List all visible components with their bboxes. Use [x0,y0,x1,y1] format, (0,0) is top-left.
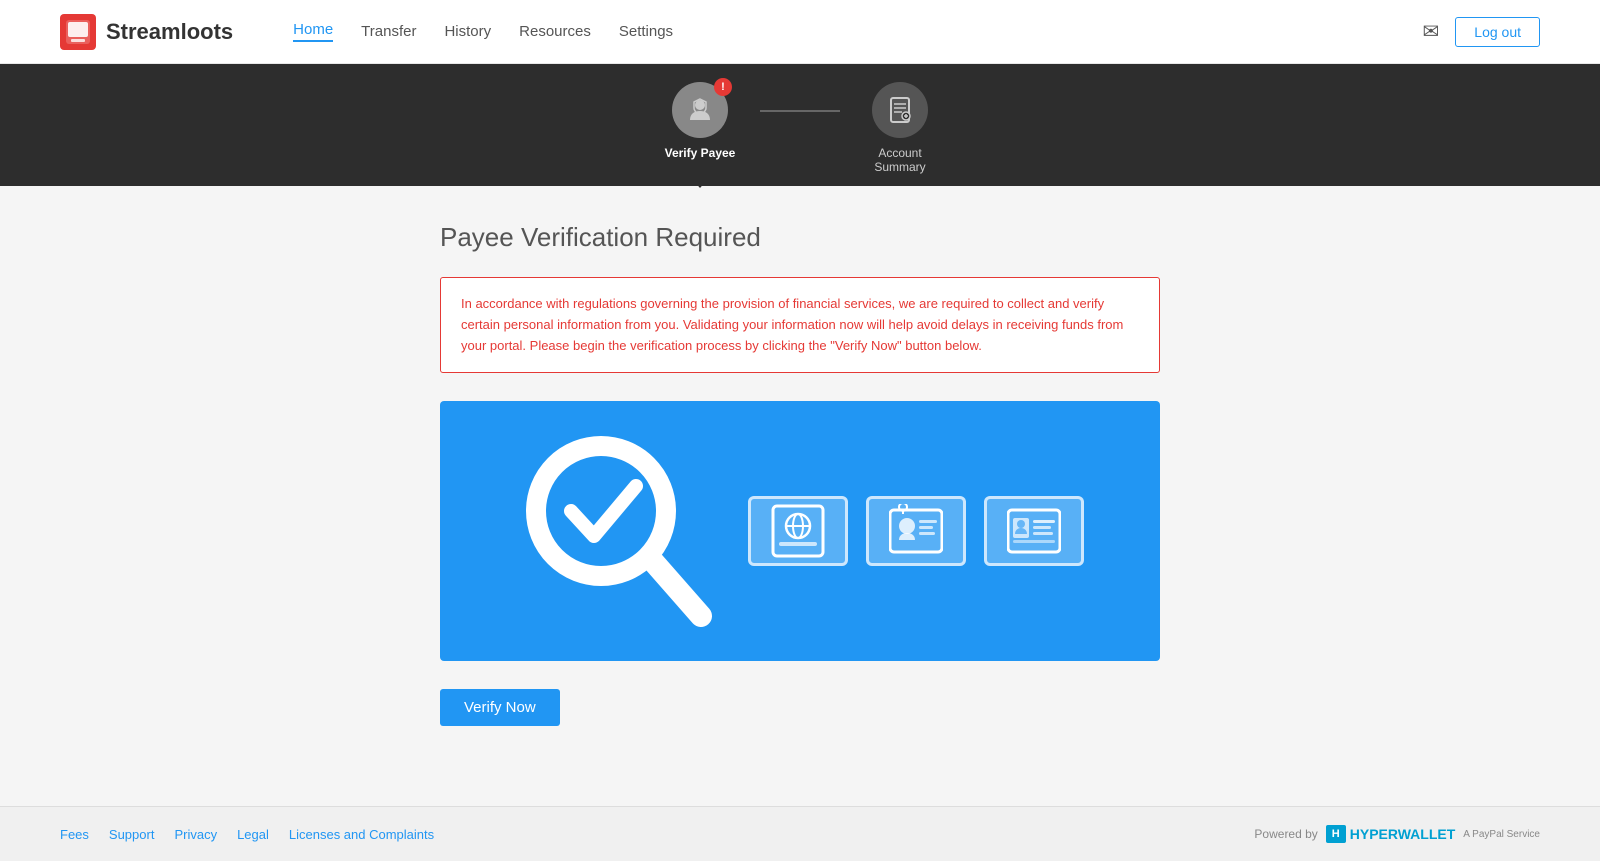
document-icon [886,96,914,124]
footer-licenses[interactable]: Licenses and Complaints [289,827,434,842]
footer-legal[interactable]: Legal [237,827,269,842]
logo-area: Streamloots [60,14,233,50]
paypal-service-text: A PayPal Service [1463,829,1540,840]
step-connector [760,110,840,112]
logo-text: Streamloots [106,19,233,45]
logout-button[interactable]: Log out [1455,17,1540,47]
alert-box: In accordance with regulations governing… [440,277,1160,373]
steps-banner: ! Verify Payee Account [0,64,1600,186]
step-account-summary-label: AccountSummary [874,146,925,174]
nav-settings[interactable]: Settings [619,23,673,40]
nav-resources[interactable]: Resources [519,23,591,40]
nav-history[interactable]: History [444,23,491,40]
passport-card [748,496,848,566]
verify-now-button[interactable]: Verify Now [440,689,560,726]
main-nav: Home Transfer History Resources Settings [293,21,1422,42]
footer-links: Fees Support Privacy Legal Licenses and … [60,827,434,842]
hyperwallet-badge: H [1326,825,1346,843]
header: Streamloots Home Transfer History Resour… [0,0,1600,64]
main-content: Payee Verification Required In accordanc… [420,186,1180,766]
step-account-summary[interactable]: AccountSummary [840,82,960,186]
drivers-license-icon [1007,504,1061,558]
footer-privacy[interactable]: Privacy [174,827,217,842]
nav-transfer[interactable]: Transfer [361,23,416,40]
step-verify-payee-circle: ! [672,82,728,138]
step-arrow [686,172,714,188]
id-cards [748,496,1084,566]
page-title: Payee Verification Required [440,222,1160,253]
nav-home[interactable]: Home [293,21,333,42]
step-account-summary-circle [872,82,928,138]
id-badge-card [866,496,966,566]
verify-illustration [440,401,1160,661]
id-badge-icon [889,504,943,558]
footer: Fees Support Privacy Legal Licenses and … [0,806,1600,861]
step-verify-payee[interactable]: ! Verify Payee [640,82,760,172]
header-right: ✉ Log out [1423,17,1540,47]
hyperwallet-text: HYPERWALLET [1350,826,1456,842]
magnifier-check-icon [516,431,716,631]
footer-fees[interactable]: Fees [60,827,89,842]
mail-icon[interactable]: ✉ [1423,19,1440,44]
verify-image-inner [476,411,1124,651]
powered-by-text: Powered by [1254,827,1317,841]
alert-text: In accordance with regulations governing… [461,294,1139,356]
step-verify-payee-label: Verify Payee [665,146,736,160]
drivers-license-card [984,496,1084,566]
globe-id-icon [771,504,825,558]
person-shield-icon [686,96,714,124]
alert-badge: ! [714,78,732,96]
footer-powered: Powered by H HYPERWALLET A PayPal Servic… [1254,825,1540,843]
streamloots-logo-icon [60,14,96,50]
footer-support[interactable]: Support [109,827,155,842]
steps-container: ! Verify Payee Account [640,82,960,186]
hyperwallet-logo: H HYPERWALLET [1326,825,1455,843]
